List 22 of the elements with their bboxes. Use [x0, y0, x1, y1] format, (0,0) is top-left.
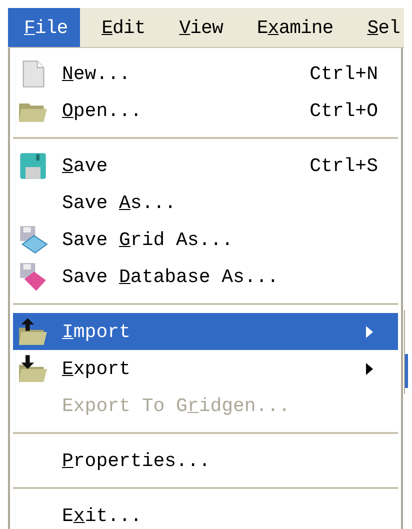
menu-item[interactable]: Save Database As...	[13, 258, 398, 295]
menu-item[interactable]: Import	[13, 313, 398, 350]
menu-item[interactable]: Save Ctrl+S	[13, 147, 398, 184]
shortcut-text: Ctrl+S	[310, 154, 378, 176]
folder-up-arrow-icon	[18, 316, 48, 346]
floppy-grid-icon	[18, 224, 48, 254]
menu-item[interactable]: Exit...	[13, 497, 398, 529]
shortcut-text: Ctrl+N	[310, 62, 378, 84]
folder-down-arrow-icon	[18, 354, 48, 384]
menu-bar-item[interactable]: View	[163, 8, 235, 47]
menu-item[interactable]: Save As...	[13, 184, 398, 221]
floppy-database-icon	[18, 262, 48, 292]
menu-item[interactable]: Properties...	[13, 442, 398, 479]
shortcut-text: Ctrl+O	[310, 100, 378, 122]
menu-bar-item[interactable]: File	[8, 8, 80, 47]
menu-item[interactable]: Save Grid As...	[13, 221, 398, 258]
menu-item[interactable]: Open... Ctrl+O	[13, 92, 398, 129]
menu-bar-item[interactable]: Sel	[351, 8, 404, 47]
menu-item[interactable]: New... Ctrl+N	[13, 55, 398, 92]
menu-bar-item[interactable]: Edit	[86, 8, 158, 47]
menu-bar-item[interactable]: Examine	[240, 8, 346, 47]
menu-item[interactable]: Export	[13, 350, 398, 387]
